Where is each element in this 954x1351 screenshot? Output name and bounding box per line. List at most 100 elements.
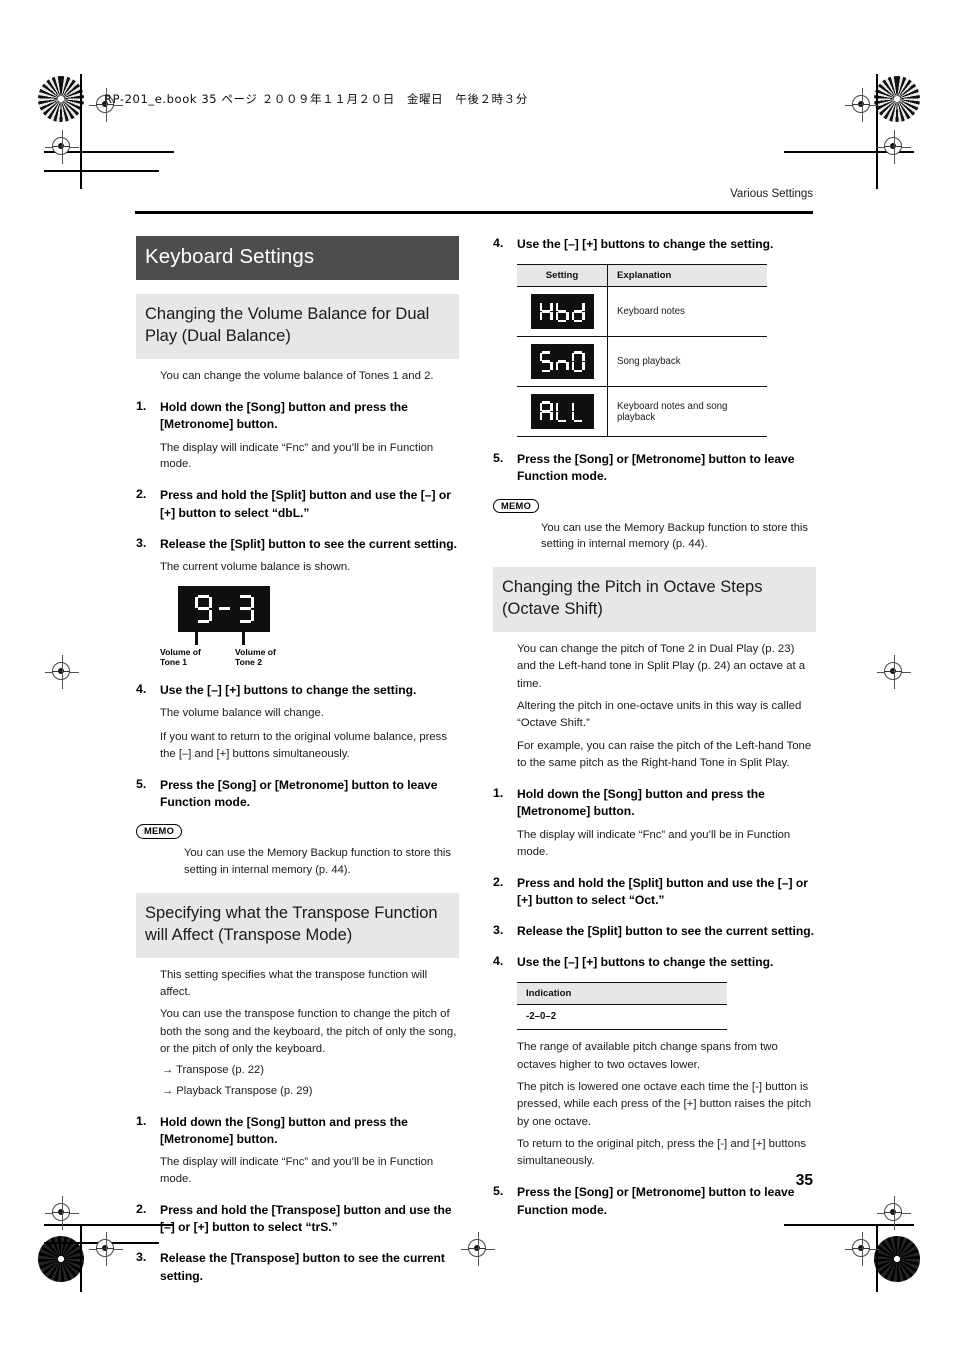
led-digit-d bbox=[571, 301, 585, 323]
callout-labels: Volume of Tone 1 Volume of Tone 2 bbox=[160, 647, 340, 668]
running-head: Various Settings bbox=[730, 188, 813, 200]
page-canvas: RP-201_e.book 35 ページ ２００９年１１月２０日 金曜日 午後２… bbox=[0, 0, 954, 1351]
step-title: Press and hold the [Split] button and us… bbox=[517, 875, 808, 907]
step-number: 4. bbox=[493, 954, 504, 969]
step-dual-1: 1. Hold down the [Song] button and press… bbox=[136, 399, 459, 473]
step-number: 3. bbox=[493, 922, 504, 937]
book-file-header: RP-201_e.book 35 ページ ２００９年１１月２０日 金曜日 午後２… bbox=[104, 92, 528, 106]
callout-lines bbox=[178, 631, 340, 646]
table-row: Keyboard notes bbox=[517, 286, 767, 338]
table-cell-display-all bbox=[517, 386, 608, 438]
step-body: If you want to return to the original vo… bbox=[160, 730, 447, 760]
step-octave-3: 3. Release the [Split] button to see the… bbox=[493, 923, 816, 940]
step-number: 5. bbox=[493, 451, 504, 466]
step-title: Use the [–] [+] buttons to change the se… bbox=[160, 682, 417, 697]
step-octave-2: 2. Press and hold the [Split] button and… bbox=[493, 875, 816, 909]
step-number: 5. bbox=[136, 776, 147, 791]
memo-text: You can use the Memory Backup function t… bbox=[184, 847, 451, 876]
table-row: -2–0–2 bbox=[517, 1004, 727, 1031]
step-octave-1: 1. Hold down the [Song] button and press… bbox=[493, 786, 816, 860]
callout-label-tone2: Volume of Tone 2 bbox=[235, 646, 276, 668]
crop-mark-top-left-h2 bbox=[44, 170, 159, 172]
step-number: 5. bbox=[493, 1184, 504, 1199]
step-body: The display will indicate “Fnc” and you’… bbox=[160, 1156, 434, 1186]
step-number: 4. bbox=[493, 236, 504, 250]
transpose-link-1[interactable]: → Transpose (p. 22) bbox=[162, 1062, 459, 1079]
octave-paragraph-1: You can change the pitch of Tone 2 in Du… bbox=[517, 642, 806, 690]
step-transpose-4: 4. Use the [–] [+] buttons to change the… bbox=[493, 236, 816, 253]
table-cell-indication-value: -2–0–2 bbox=[517, 1004, 727, 1031]
step-title: Press the [Song] or [Metronome] button t… bbox=[160, 777, 438, 809]
table-header-explanation: Explanation bbox=[607, 264, 767, 288]
memo-badge: MEMO bbox=[493, 498, 540, 514]
led-display-kbd bbox=[530, 294, 594, 330]
step-transpose-3: 3. Release the [Transpose] button to see… bbox=[136, 1250, 459, 1284]
step-body: The volume balance will change. bbox=[160, 707, 324, 720]
step-octave-5: 5. Press the [Song] or [Metronome] butto… bbox=[493, 1184, 816, 1218]
octave-after-paragraph-2: The pitch is lowered one octave each tim… bbox=[517, 1080, 812, 1128]
octave-after-paragraph-3: To return to the original pitch, press t… bbox=[517, 1137, 807, 1168]
memo-block-transpose: MEMO You can use the Memory Backup funct… bbox=[493, 498, 816, 554]
left-column: Keyboard Settings Changing the Volume Ba… bbox=[136, 236, 459, 1285]
step-number: 2. bbox=[493, 874, 504, 889]
right-column: 4. Use the [–] [+] buttons to change the… bbox=[493, 236, 816, 1219]
memo-block-dual: MEMO You can use the Memory Backup funct… bbox=[136, 824, 459, 879]
header-rule bbox=[135, 211, 813, 214]
octave-paragraph-3: For example, you can raise the pitch of … bbox=[517, 739, 812, 769]
led-digit-l1 bbox=[555, 401, 569, 423]
section-heading-transpose-mode: Specifying what the Transpose Function w… bbox=[136, 892, 459, 958]
callout-label-tone1: Volume of Tone 1 bbox=[160, 646, 201, 668]
settings-table: Setting Explanation Keyboard notes Song … bbox=[517, 264, 767, 438]
step-title: Use the [–] [+] buttons to change the se… bbox=[517, 237, 774, 251]
step-dual-4: 4. Use the [–] [+] buttons to change the… bbox=[136, 682, 459, 763]
transpose-paragraph-1: This setting specifies what the transpos… bbox=[160, 968, 428, 998]
crop-mark-bottom-left-v bbox=[80, 1226, 82, 1292]
led-digit-n bbox=[555, 351, 569, 372]
step-title: Press and hold the [Transpose] button an… bbox=[160, 1203, 452, 1235]
led-digit-1-nine bbox=[194, 594, 212, 623]
led-display-figure: Volume of Tone 1 Volume of Tone 2 bbox=[160, 585, 340, 668]
table-cell-display-sng bbox=[517, 336, 608, 388]
step-dual-3: 3. Release the [Split] button to see the… bbox=[136, 536, 459, 576]
step-number: 4. bbox=[136, 681, 147, 696]
table-cell-explanation: Keyboard notes bbox=[607, 286, 767, 338]
step-number: 3. bbox=[136, 535, 147, 550]
step-number: 1. bbox=[136, 1113, 147, 1128]
callout-line-tone2 bbox=[242, 631, 245, 645]
table-row: Keyboard notes and song playback bbox=[517, 386, 767, 438]
step-body: The current volume balance is shown. bbox=[160, 560, 351, 573]
registration-cross-bottom-left bbox=[45, 1196, 79, 1230]
step-body: The display will indicate “Fnc” and you’… bbox=[160, 441, 434, 471]
step-transpose-1: 1. Hold down the [Song] button and press… bbox=[136, 1114, 459, 1188]
chapter-title: Keyboard Settings bbox=[136, 236, 459, 280]
memo-text: You can use the Memory Backup function t… bbox=[541, 521, 808, 551]
table-row: Song playback bbox=[517, 336, 767, 388]
registration-cross-left-middle bbox=[45, 655, 79, 689]
step-number: 1. bbox=[136, 399, 147, 414]
indication-table: Indication -2–0–2 bbox=[517, 982, 727, 1031]
registration-cross-bottom-right bbox=[877, 1196, 911, 1230]
table-cell-explanation: Song playback bbox=[607, 336, 767, 388]
table-header-indication: Indication bbox=[517, 982, 727, 1006]
registration-cross-left-upper bbox=[45, 130, 79, 164]
octave-after-paragraph-1: The range of available pitch change span… bbox=[517, 1041, 778, 1071]
table-header-row: Setting Explanation bbox=[517, 264, 767, 288]
step-dual-5: 5. Press the [Song] or [Metronome] butto… bbox=[136, 777, 459, 811]
transpose-paragraph-2: You can use the transpose function to ch… bbox=[160, 1008, 457, 1055]
led-display-sng bbox=[530, 344, 594, 380]
registration-dot-bottom-right bbox=[874, 1236, 920, 1282]
table-cell-explanation: Keyboard notes and song playback bbox=[607, 386, 767, 438]
registration-dot-top-right bbox=[874, 76, 920, 122]
octave-paragraph-2: Altering the pitch in one-octave units i… bbox=[517, 699, 802, 730]
step-title: Use the [–] [+] buttons to change the se… bbox=[517, 955, 774, 970]
transpose-link-2[interactable]: → Playback Transpose (p. 29) bbox=[162, 1083, 459, 1100]
step-transpose-2: 2. Press and hold the [Transpose] button… bbox=[136, 1202, 459, 1236]
table-header-row: Indication bbox=[517, 982, 727, 1006]
led-digit-3-three bbox=[237, 594, 254, 623]
led-digit-l2 bbox=[571, 401, 585, 423]
section-heading-octave-shift: Changing the Pitch in Octave Steps (Octa… bbox=[493, 567, 816, 632]
table-cell-display-kbd bbox=[517, 286, 608, 338]
dual-balance-intro: You can change the volume balance of Ton… bbox=[160, 369, 434, 382]
step-title: Press the [Song] or [Metronome] button t… bbox=[517, 452, 795, 484]
registration-dot-top-left bbox=[38, 76, 84, 122]
